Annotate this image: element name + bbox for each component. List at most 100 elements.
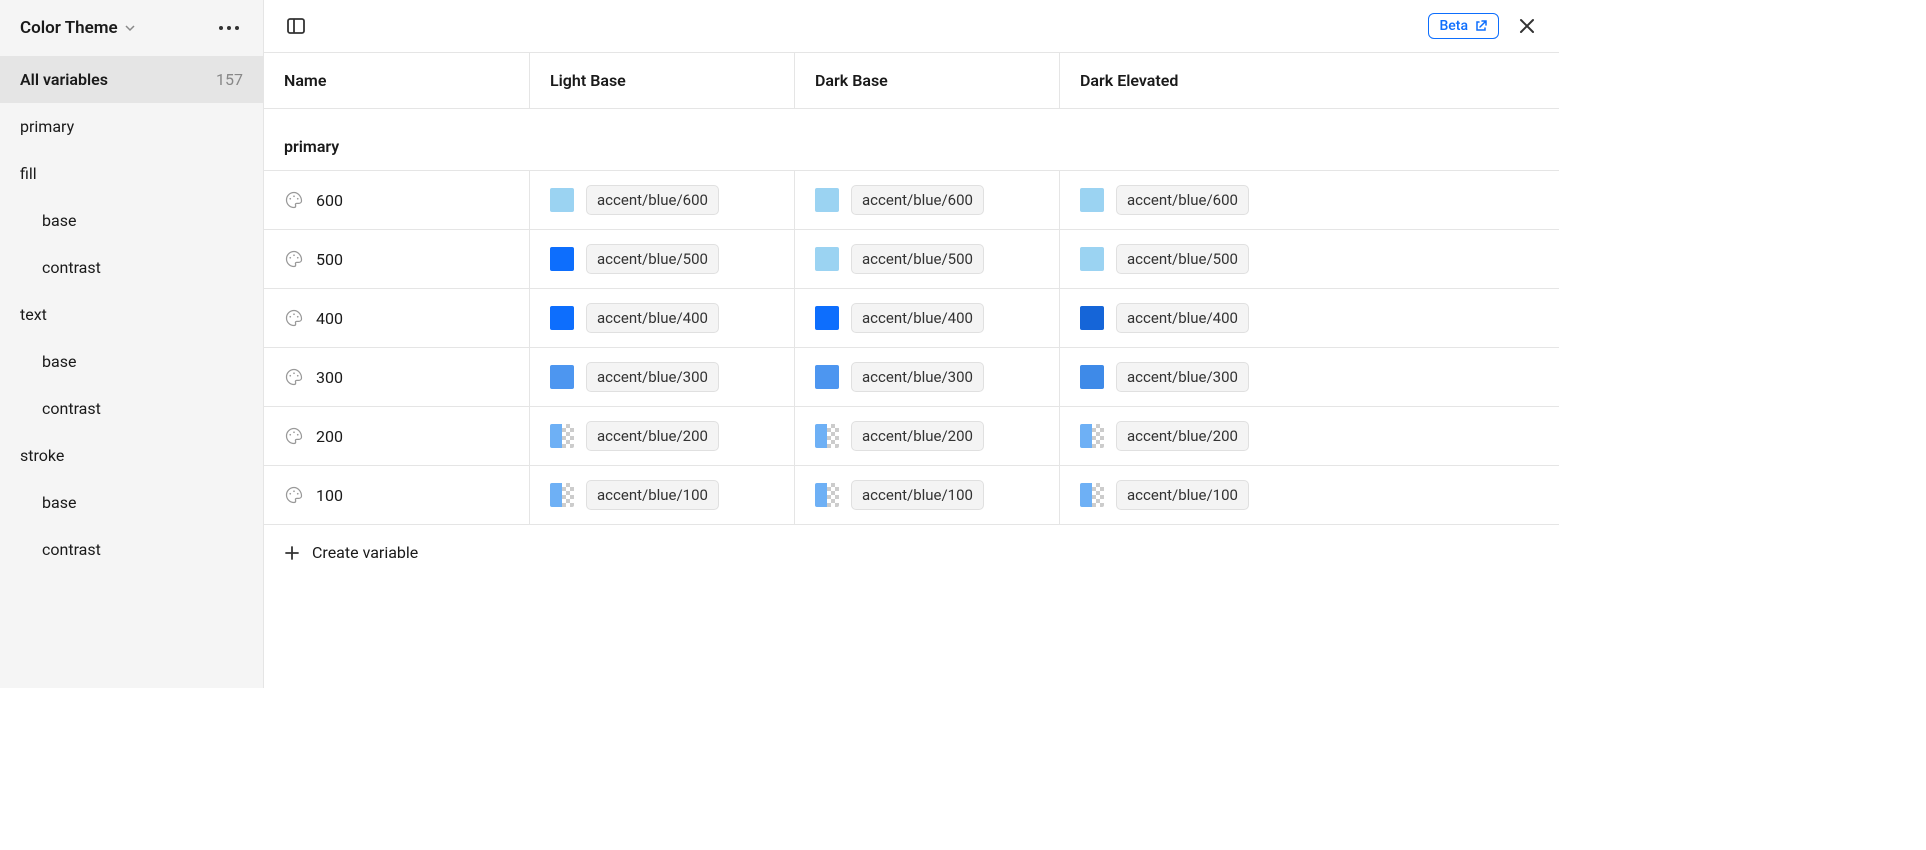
color-swatch[interactable] — [815, 247, 839, 271]
sidebar-item-contrast-child[interactable]: contrast — [0, 385, 263, 432]
alias-token[interactable]: accent/blue/500 — [586, 244, 719, 274]
beta-button[interactable]: Beta — [1428, 13, 1499, 39]
mode-value-cell[interactable]: accent/blue/500 — [1059, 230, 1324, 288]
palette-icon — [284, 190, 304, 210]
mode-value-cell[interactable]: accent/blue/500 — [529, 230, 794, 288]
palette-icon — [284, 426, 304, 446]
mode-value-cell[interactable]: accent/blue/300 — [529, 348, 794, 406]
mode-value-cell[interactable]: accent/blue/400 — [794, 289, 1059, 347]
variable-name-cell[interactable]: 600 — [264, 171, 529, 229]
variable-name-cell[interactable]: 500 — [264, 230, 529, 288]
more-menu-button[interactable] — [213, 20, 245, 36]
variable-name: 300 — [316, 368, 343, 387]
table-body: primary 600accent/blue/600accent/blue/60… — [264, 109, 1559, 688]
alias-token[interactable]: accent/blue/100 — [851, 480, 984, 510]
color-swatch[interactable] — [1080, 247, 1104, 271]
alias-token[interactable]: accent/blue/300 — [586, 362, 719, 392]
column-header-dark-base[interactable]: Dark Base — [794, 53, 1059, 108]
alias-token[interactable]: accent/blue/300 — [1116, 362, 1249, 392]
mode-value-cell[interactable]: accent/blue/200 — [794, 407, 1059, 465]
sidebar-item-stroke[interactable]: stroke — [0, 432, 263, 479]
mode-value-cell[interactable]: accent/blue/400 — [1059, 289, 1324, 347]
collection-title: Color Theme — [20, 18, 118, 38]
color-swatch[interactable] — [550, 365, 574, 389]
variable-name-cell[interactable]: 400 — [264, 289, 529, 347]
chevron-down-icon — [124, 22, 136, 34]
sidebar-item-base-child[interactable]: base — [0, 197, 263, 244]
variable-name-cell[interactable]: 100 — [264, 466, 529, 524]
color-swatch[interactable] — [1080, 483, 1104, 507]
table-row[interactable]: 300 accent/blue/300 accent/blue/300 accent/… — [264, 347, 1559, 406]
mode-value-cell[interactable]: accent/blue/600 — [529, 171, 794, 229]
sidebar-header: Color Theme — [0, 0, 263, 56]
sidebar-item-label: text — [20, 305, 47, 324]
sidebar-item-primary[interactable]: primary — [0, 103, 263, 150]
color-swatch[interactable] — [1080, 424, 1104, 448]
color-swatch[interactable] — [1080, 365, 1104, 389]
alias-token[interactable]: accent/blue/500 — [1116, 244, 1249, 274]
alias-token[interactable]: accent/blue/600 — [1116, 185, 1249, 215]
alias-token[interactable]: accent/blue/300 — [851, 362, 984, 392]
table-row[interactable]: 400 accent/blue/400 accent/blue/400 accent/… — [264, 288, 1559, 347]
color-swatch[interactable] — [1080, 306, 1104, 330]
table-row[interactable]: 100 accent/blue/100 accent/blue/100 accent/… — [264, 465, 1559, 524]
color-swatch[interactable] — [815, 483, 839, 507]
alias-token[interactable]: accent/blue/600 — [851, 185, 984, 215]
close-button[interactable] — [1513, 12, 1541, 40]
color-swatch[interactable] — [815, 365, 839, 389]
sidebar-item-base-child[interactable]: base — [0, 338, 263, 385]
mode-value-cell[interactable]: accent/blue/600 — [794, 171, 1059, 229]
alias-token[interactable]: accent/blue/400 — [586, 303, 719, 333]
color-swatch[interactable] — [1080, 188, 1104, 212]
mode-value-cell[interactable]: accent/blue/100 — [529, 466, 794, 524]
alias-token[interactable]: accent/blue/400 — [1116, 303, 1249, 333]
sidebar-item-contrast-child[interactable]: contrast — [0, 244, 263, 291]
color-swatch[interactable] — [815, 188, 839, 212]
color-swatch[interactable] — [550, 247, 574, 271]
variable-name-cell[interactable]: 200 — [264, 407, 529, 465]
collection-dropdown[interactable]: Color Theme — [20, 18, 136, 38]
create-variable-button[interactable]: Create variable — [264, 524, 1559, 580]
table-row[interactable]: 600 accent/blue/600 accent/blue/600 accent/… — [264, 170, 1559, 229]
table-row[interactable]: 500 accent/blue/500 accent/blue/500 accent/… — [264, 229, 1559, 288]
sidebar-item-label: base — [42, 352, 76, 371]
variable-name-cell[interactable]: 300 — [264, 348, 529, 406]
close-icon — [1517, 16, 1537, 36]
color-swatch[interactable] — [815, 424, 839, 448]
alias-token[interactable]: accent/blue/500 — [851, 244, 984, 274]
mode-value-cell[interactable]: accent/blue/100 — [794, 466, 1059, 524]
table-row[interactable]: 200 accent/blue/200 accent/blue/200 accent/… — [264, 406, 1559, 465]
mode-value-cell[interactable]: accent/blue/600 — [1059, 171, 1324, 229]
column-header-light-base[interactable]: Light Base — [529, 53, 794, 108]
alias-token[interactable]: accent/blue/400 — [851, 303, 984, 333]
sidebar-item-all-variables[interactable]: All variables 157 — [0, 56, 263, 103]
mode-value-cell[interactable]: accent/blue/300 — [1059, 348, 1324, 406]
color-swatch[interactable] — [550, 424, 574, 448]
sidebar-item-label: primary — [20, 117, 74, 136]
alias-token[interactable]: accent/blue/200 — [1116, 421, 1249, 451]
mode-value-cell[interactable]: accent/blue/500 — [794, 230, 1059, 288]
mode-value-cell[interactable]: accent/blue/100 — [1059, 466, 1324, 524]
column-header-name: Name — [264, 53, 529, 108]
color-swatch[interactable] — [550, 483, 574, 507]
mode-value-cell[interactable]: accent/blue/400 — [529, 289, 794, 347]
mode-value-cell[interactable]: accent/blue/300 — [794, 348, 1059, 406]
sidebar-item-contrast-child[interactable]: contrast — [0, 526, 263, 573]
beta-label: Beta — [1439, 18, 1468, 34]
mode-value-cell[interactable]: accent/blue/200 — [1059, 407, 1324, 465]
alias-token[interactable]: accent/blue/200 — [586, 421, 719, 451]
mode-value-cell[interactable]: accent/blue/200 — [529, 407, 794, 465]
column-header-dark-elevated[interactable]: Dark Elevated — [1059, 53, 1324, 108]
sidebar-toggle-button[interactable] — [282, 12, 310, 40]
alias-token[interactable]: accent/blue/600 — [586, 185, 719, 215]
sidebar-item-base-child[interactable]: base — [0, 479, 263, 526]
color-swatch[interactable] — [550, 188, 574, 212]
sidebar-item-fill[interactable]: fill — [0, 150, 263, 197]
alias-token[interactable]: accent/blue/100 — [1116, 480, 1249, 510]
color-swatch[interactable] — [815, 306, 839, 330]
alias-token[interactable]: accent/blue/100 — [586, 480, 719, 510]
color-swatch[interactable] — [550, 306, 574, 330]
sidebar-item-label: contrast — [42, 399, 101, 418]
sidebar-item-text[interactable]: text — [0, 291, 263, 338]
alias-token[interactable]: accent/blue/200 — [851, 421, 984, 451]
